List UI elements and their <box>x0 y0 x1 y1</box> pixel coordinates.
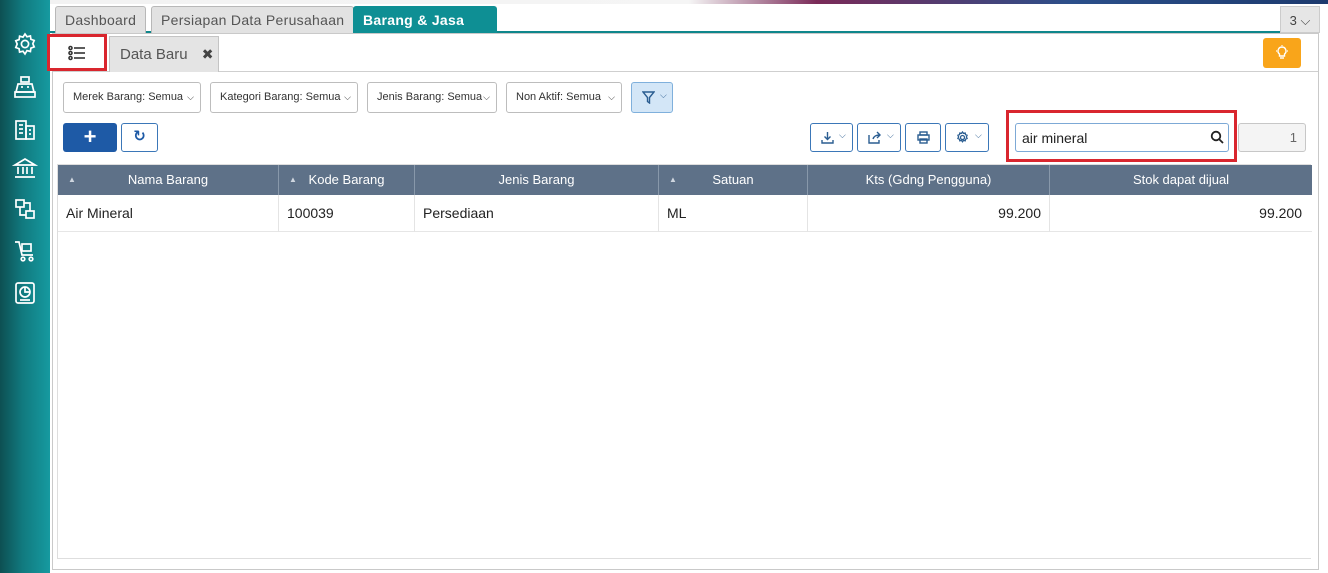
report-icon[interactable] <box>12 280 38 306</box>
cell-stok: 99.200 <box>1259 205 1302 221</box>
search-highlight <box>1006 110 1237 162</box>
settings-icon[interactable] <box>12 31 38 57</box>
chevron-down-icon: ⌵ <box>839 130 846 140</box>
table-header: ▲ Nama Barang ▲ Kode Barang Jenis Barang… <box>58 165 1312 195</box>
plus-icon: + <box>83 124 97 149</box>
column-label: Stok dapat dijual <box>1132 172 1230 187</box>
non-aktif-filter[interactable]: Non Aktif: Semua ⌵ <box>506 82 622 113</box>
jenis-barang-filter[interactable]: Jenis Barang: Semua ⌵ <box>367 82 497 113</box>
cell-kode-barang: 100039 <box>279 195 415 232</box>
filter-label: Non Aktif: Semua <box>516 91 601 103</box>
tab-overflow-menu[interactable]: 3 ⌵ <box>1280 6 1320 33</box>
tips-button[interactable] <box>1263 38 1301 68</box>
column-header-kode-barang[interactable]: ▲ Kode Barang <box>279 165 415 195</box>
search-icon[interactable] <box>1210 130 1224 144</box>
tab-label: Persiapan Data Perusahaan <box>161 12 345 28</box>
share-icon <box>868 131 881 144</box>
settings-menu-button[interactable]: ⌵ <box>945 123 989 152</box>
chevron-down-icon: ⌵ <box>660 90 667 100</box>
tab-label: Barang & Jasa <box>363 12 465 28</box>
production-icon[interactable] <box>12 196 38 222</box>
merek-barang-filter[interactable]: Merek Barang: Semua ⌵ <box>63 82 201 113</box>
filter-label: Merek Barang: Semua <box>73 91 184 103</box>
download-button[interactable]: ⌵ <box>810 123 853 152</box>
column-label: Kts (Gdng Pengguna) <box>865 172 992 187</box>
list-view-tab[interactable] <box>47 34 107 71</box>
chevron-down-icon: ⌵ <box>608 92 615 102</box>
cell-jenis-barang: Persediaan <box>415 195 659 232</box>
column-label: Satuan <box>712 172 754 187</box>
tab-bar: Dashboard Persiapan Data Perusahaan Bara… <box>50 4 1320 56</box>
search-input[interactable] <box>1015 123 1229 152</box>
filter-label: Kategori Barang: Semua <box>220 91 341 103</box>
share-button[interactable]: ⌵ <box>857 123 901 152</box>
chevron-down-icon: ⌵ <box>887 130 894 140</box>
chevron-down-icon: ⌵ <box>483 92 490 102</box>
table-row[interactable]: Air Mineral 100039 Persediaan ML 99.200 … <box>58 195 1312 232</box>
filter-icon <box>642 91 655 104</box>
chevron-down-icon: ⌵ <box>975 130 982 140</box>
column-header-nama-barang[interactable]: ▲ Nama Barang <box>58 165 279 195</box>
cell-nama-barang: Air Mineral <box>58 195 279 232</box>
print-icon <box>917 131 930 144</box>
page-number-field[interactable]: 1 <box>1238 123 1306 152</box>
sort-icon: ▲ <box>289 175 297 184</box>
column-header-jenis-barang[interactable]: Jenis Barang <box>415 165 659 195</box>
column-label: Jenis Barang <box>498 172 575 187</box>
tab-label: Dashboard <box>65 12 137 28</box>
close-icon[interactable]: ✖ <box>202 46 214 62</box>
tab-barang-jasa[interactable]: Barang & Jasa ✖ <box>353 6 497 56</box>
column-header-kts[interactable]: Kts (Gdng Pengguna) <box>808 165 1050 195</box>
items-table: ▲ Nama Barang ▲ Kode Barang Jenis Barang… <box>57 164 1312 559</box>
download-icon <box>821 132 834 144</box>
tab-data-baru[interactable]: Data Baru ✖ <box>109 36 219 72</box>
cell-kts: 99.200 <box>808 195 1050 232</box>
left-sidebar <box>0 0 50 573</box>
cash-register-icon[interactable] <box>12 74 38 100</box>
chevron-down-icon: ⌵ <box>187 92 194 102</box>
table-empty-area <box>58 232 1312 558</box>
column-header-satuan[interactable]: ▲ Satuan <box>659 165 808 195</box>
advanced-filter-button[interactable]: ⌵ <box>631 82 673 113</box>
filter-label: Jenis Barang: Semua <box>377 91 483 103</box>
lightbulb-icon <box>1276 45 1288 59</box>
column-label: Nama Barang <box>127 172 209 187</box>
list-icon <box>68 45 85 61</box>
subtab-bar: Data Baru ✖ <box>47 34 1318 72</box>
refresh-button[interactable]: ↻ <box>121 123 158 152</box>
tab-label: Data Baru <box>120 46 188 63</box>
sort-icon: ▲ <box>669 175 677 184</box>
column-header-stok[interactable]: Stok dapat dijual <box>1050 165 1312 195</box>
tab-dashboard[interactable]: Dashboard <box>55 6 147 33</box>
tab-persiapan-data[interactable]: Persiapan Data Perusahaan <box>151 6 355 33</box>
cart-icon[interactable] <box>12 238 38 264</box>
kategori-barang-filter[interactable]: Kategori Barang: Semua ⌵ <box>210 82 358 113</box>
column-label: Kode Barang <box>308 172 385 187</box>
bank-icon[interactable] <box>11 155 39 181</box>
print-button[interactable] <box>905 123 941 152</box>
add-item-button[interactable]: + <box>63 123 117 152</box>
main-panel: Data Baru ✖ Merek Barang: Semua ⌵ Kategor… <box>47 33 1319 570</box>
building-icon[interactable] <box>12 116 38 142</box>
gear-icon <box>957 131 968 143</box>
refresh-icon: ↻ <box>133 128 146 145</box>
chevron-down-icon: ⌵ <box>344 92 351 102</box>
cell-satuan: ML <box>659 195 808 232</box>
sort-icon: ▲ <box>68 175 76 184</box>
